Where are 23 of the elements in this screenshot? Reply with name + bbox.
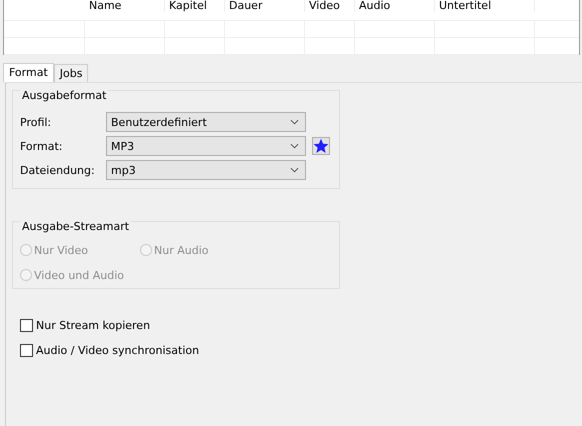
column-header[interactable]: Untertitel: [435, 0, 535, 12]
column-header[interactable]: Video: [305, 0, 355, 12]
column-header[interactable]: Kapitel: [165, 0, 225, 12]
field-label: Dateiendung:: [20, 164, 96, 176]
group-title: Ausgabeformat: [20, 90, 108, 102]
tab[interactable]: Format: [3, 63, 54, 82]
checkbox[interactable]: Audio / Video synchronisation: [20, 343, 582, 357]
column-header[interactable]: Name: [85, 0, 165, 12]
caret-icon: [290, 143, 299, 149]
group-title: Ausgabe-Streamart: [20, 221, 132, 233]
star-icon: [313, 138, 329, 154]
column-header[interactable]: Dauer: [225, 0, 305, 12]
checkbox[interactable]: Nur Stream kopieren: [20, 318, 582, 332]
favorite-button[interactable]: [312, 137, 330, 155]
dropdown[interactable]: Benutzerdefiniert: [106, 112, 306, 132]
dropdown[interactable]: mp3: [106, 160, 306, 180]
column-header[interactable]: Audio: [355, 0, 435, 12]
field-label: Profil:: [20, 116, 52, 128]
caret-icon: [290, 167, 299, 173]
caret-icon: [290, 119, 299, 125]
tab[interactable]: Jobs: [54, 64, 88, 82]
dropdown[interactable]: MP3: [106, 136, 306, 156]
field-label: Format:: [20, 140, 64, 152]
